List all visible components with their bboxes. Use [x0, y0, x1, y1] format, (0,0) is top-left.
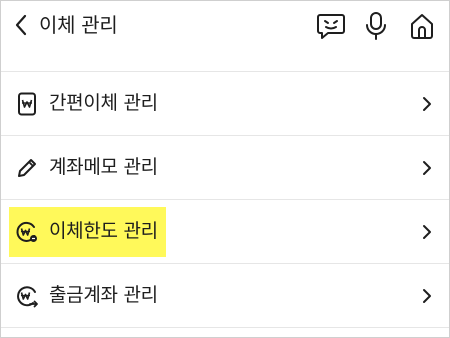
voice-button[interactable]	[360, 10, 392, 42]
menu-item-transfer-limit[interactable]: 이체한도 관리	[1, 200, 449, 264]
menu-item-withdrawal-account[interactable]: 출금계좌 관리	[1, 264, 449, 328]
chatbot-button[interactable]	[315, 10, 347, 42]
menu-item-account-memo[interactable]: 계좌메모 관리	[1, 136, 449, 200]
menu-item-label: 이체한도 관리	[49, 220, 158, 242]
menu-item-label: 출금계좌 관리	[49, 284, 158, 306]
chevron-right-icon	[419, 222, 435, 242]
chevron-right-icon	[419, 94, 435, 114]
screen-frame: 이체 관리 간편이체 관리 계좌메모 관리 이체한도 관리 출금계좌 관리	[0, 0, 450, 338]
pencil-icon	[15, 156, 39, 180]
header-spacer	[1, 49, 449, 71]
won-limit-icon	[15, 220, 39, 244]
won-transfer-icon	[15, 284, 39, 308]
top-app-bar: 이체 관리	[1, 1, 449, 49]
home-icon	[411, 14, 433, 39]
back-button[interactable]	[9, 12, 33, 38]
chevron-right-icon	[419, 286, 435, 306]
chevron-right-icon	[419, 158, 435, 178]
menu-item-simple-transfer[interactable]: 간편이체 관리	[1, 72, 449, 136]
page-title: 이체 관리	[39, 13, 118, 37]
menu-item-label: 계좌메모 관리	[49, 156, 158, 178]
home-button[interactable]	[406, 10, 438, 42]
menu-item-label: 간편이체 관리	[49, 92, 158, 114]
back-arrow-icon	[15, 14, 27, 36]
won-card-icon	[15, 92, 39, 116]
divider	[1, 327, 449, 328]
chatbot-icon	[317, 14, 345, 39]
microphone-icon	[366, 12, 386, 40]
